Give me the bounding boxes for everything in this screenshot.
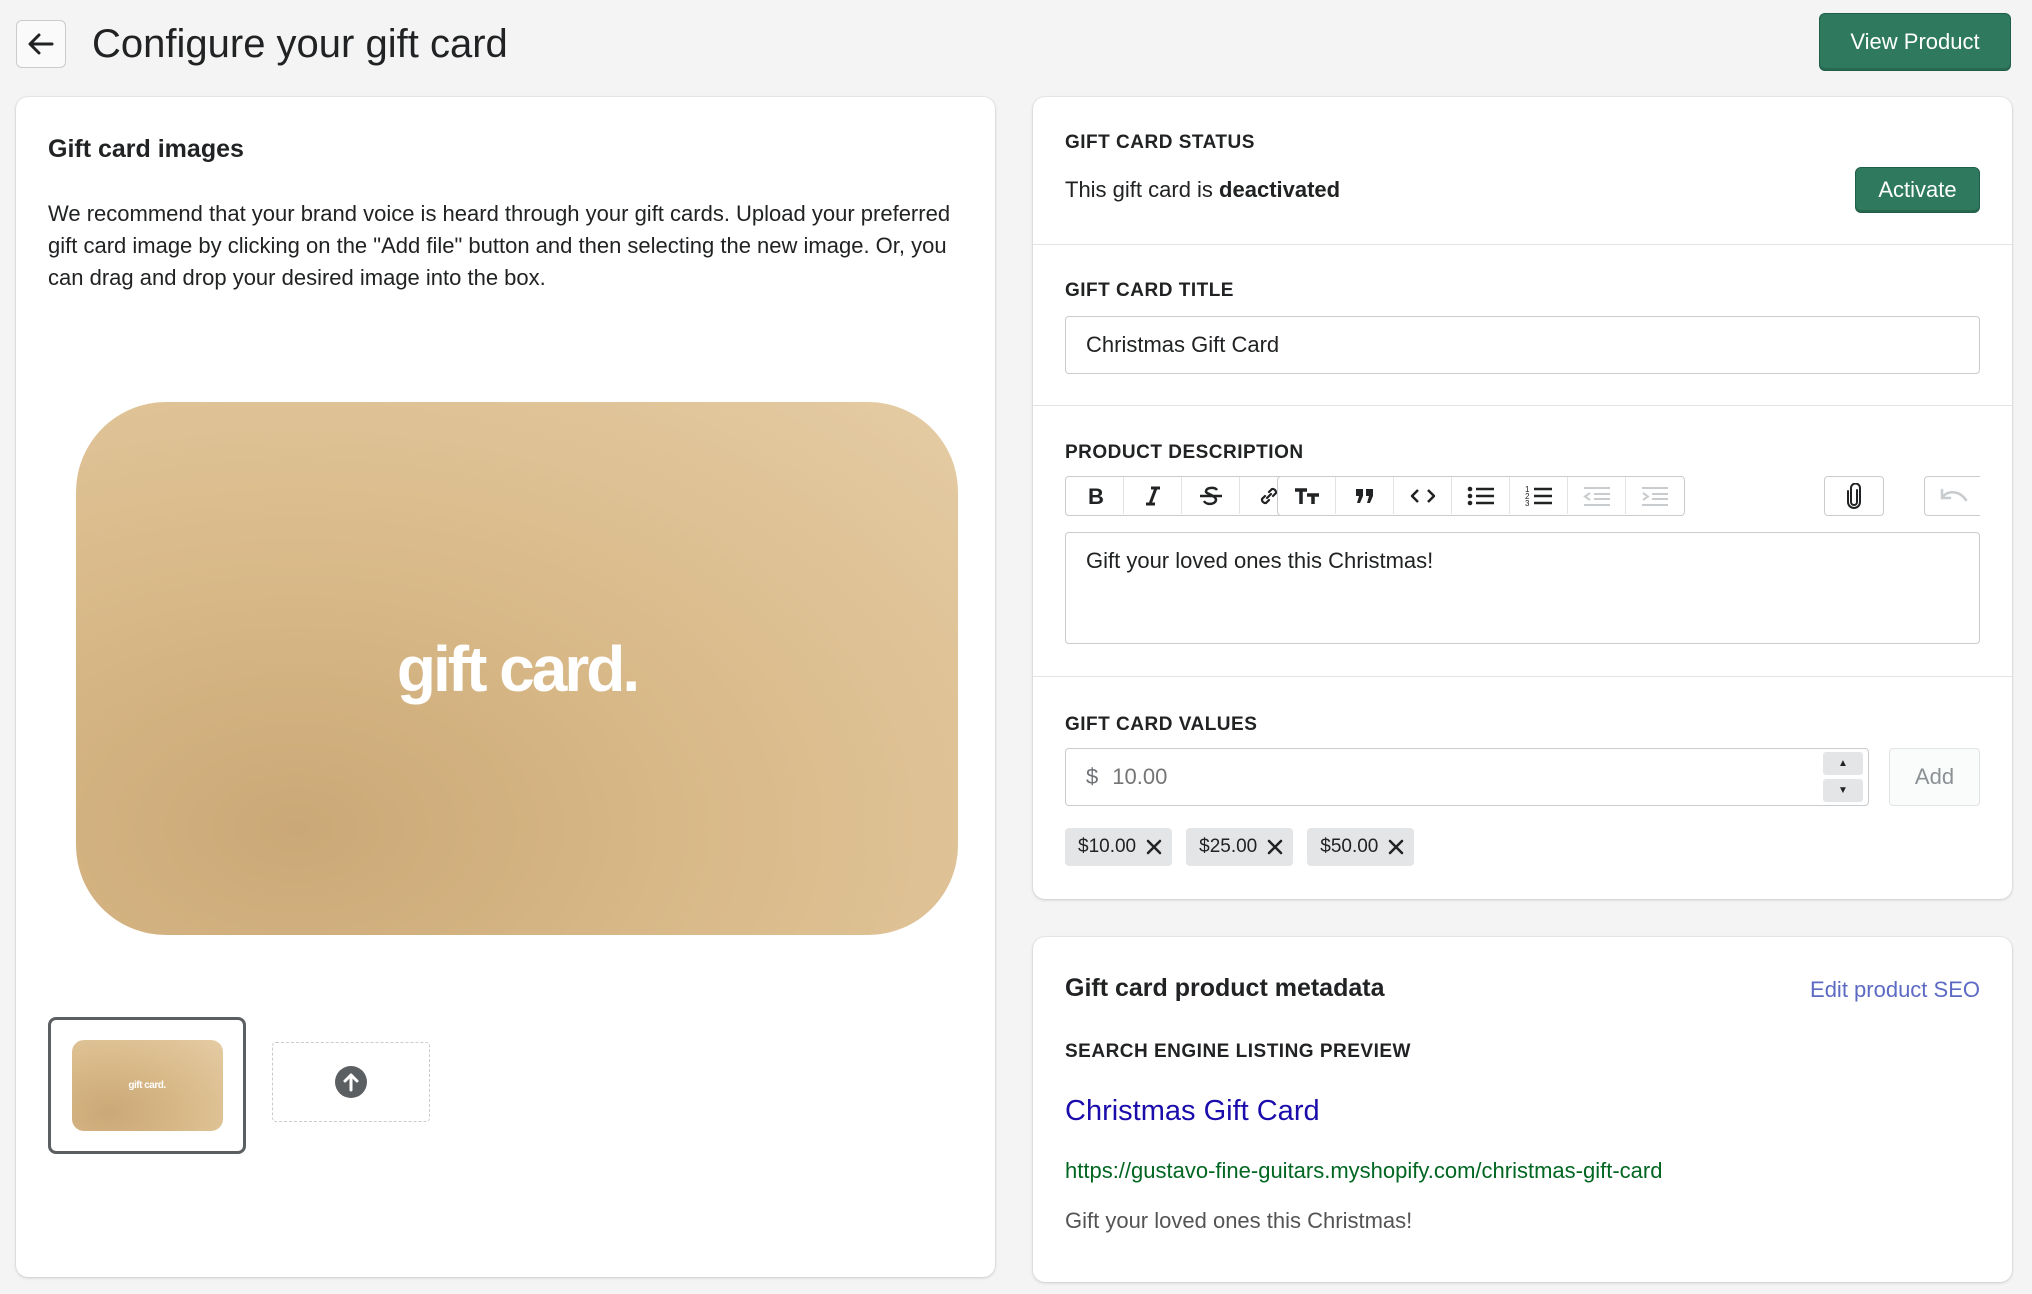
gift-card-image-preview: gift card. [76, 402, 958, 935]
value-tags: $10.00 $25.00 $50.00 [1065, 828, 1415, 866]
description-label: PRODUCT DESCRIPTION [1065, 442, 1304, 463]
values-label: GIFT CARD VALUES [1065, 714, 1258, 735]
divider [1033, 405, 2012, 406]
add-value-button[interactable]: Add [1889, 748, 1980, 806]
status-label: GIFT CARD STATUS [1065, 132, 1255, 153]
numbered-list-button[interactable]: 123 [1510, 477, 1568, 514]
value-tag: $50.00 [1307, 828, 1415, 866]
status-state: deactivated [1219, 177, 1341, 202]
code-icon [1410, 488, 1435, 503]
toolbar-attach-group [1824, 476, 1884, 516]
gift-card-value-field: $ ▲ ▼ [1065, 748, 1869, 806]
images-title: Gift card images [48, 135, 244, 163]
status-prefix: This gift card is [1065, 177, 1220, 202]
undo-icon [1940, 488, 1967, 501]
stepper-up-button[interactable]: ▲ [1823, 752, 1863, 775]
divider [1033, 244, 2012, 245]
gift-card-value-input[interactable] [1112, 764, 1823, 790]
gift-card-images-card: Gift card images We recommend that your … [16, 97, 995, 1277]
seo-preview-url: https://gustavo-fine-guitars.myshopify.c… [1065, 1158, 1663, 1183]
value-tag: $10.00 [1065, 828, 1173, 866]
outdent-button[interactable] [1568, 477, 1626, 514]
value-tag-label: $10.00 [1078, 836, 1137, 857]
status-text: This gift card is deactivated [1065, 174, 1340, 206]
attachment-icon [1847, 482, 1861, 509]
thumbnail-image: gift card. [71, 1040, 223, 1131]
product-description-editor[interactable]: Gift your loved ones this Christmas! [1065, 532, 1980, 644]
upload-image-dropzone[interactable] [272, 1042, 430, 1122]
gift-card-image-text: gift card. [396, 632, 640, 705]
back-button[interactable] [16, 20, 66, 68]
divider [1033, 676, 2012, 677]
indent-button[interactable] [1626, 477, 1684, 514]
italic-icon [1145, 486, 1160, 505]
outdent-icon [1582, 486, 1610, 506]
rich-text-toolbar: B 123 [1065, 476, 1980, 516]
bullet-list-button[interactable] [1452, 477, 1510, 514]
product-metadata-card: Gift card product metadata Edit product … [1033, 937, 2012, 1282]
view-product-button[interactable]: View Product [1819, 13, 2011, 71]
page-title: Configure your gift card [92, 22, 508, 66]
toolbar-history-group [1924, 476, 1980, 516]
undo-button[interactable] [1925, 477, 1980, 514]
numbered-list-icon: 123 [1525, 485, 1552, 508]
bold-icon: B [1088, 485, 1104, 507]
quote-icon [1355, 488, 1373, 503]
gift-card-title-input[interactable] [1065, 316, 1980, 374]
seo-preview-title: Christmas Gift Card [1065, 1095, 1320, 1127]
remove-tag-button[interactable] [1388, 839, 1404, 855]
close-icon [1146, 839, 1162, 855]
remove-tag-button[interactable] [1146, 839, 1162, 855]
gift-card-settings-card: GIFT CARD STATUS This gift card is deact… [1033, 97, 2012, 899]
seo-preview-description: Gift your loved ones this Christmas! [1065, 1208, 1413, 1233]
strikethrough-button[interactable] [1182, 477, 1240, 514]
metadata-title: Gift card product metadata [1065, 974, 1385, 1002]
indent-icon [1642, 486, 1668, 506]
currency-prefix: $ [1086, 764, 1099, 789]
edit-product-seo-link[interactable]: Edit product SEO [1810, 977, 1980, 1003]
strikethrough-icon [1199, 486, 1222, 505]
toolbar-format-group: B [1065, 476, 1299, 516]
activate-button[interactable]: Activate [1855, 167, 1980, 213]
text-size-icon [1294, 487, 1319, 504]
images-description: We recommend that your brand voice is he… [48, 201, 951, 290]
bullet-list-icon [1467, 486, 1494, 505]
thumbnail-text: gift card. [128, 1080, 166, 1091]
upload-arrow-icon [335, 1066, 367, 1098]
arrow-left-icon [28, 33, 54, 55]
svg-text:3: 3 [1525, 499, 1530, 508]
close-icon [1389, 839, 1404, 855]
svg-text:B: B [1088, 485, 1104, 507]
seo-preview-label: SEARCH ENGINE LISTING PREVIEW [1065, 1041, 1411, 1062]
bold-button[interactable]: B [1066, 477, 1124, 514]
toolbar-block-group: 123 [1277, 476, 1685, 516]
code-button[interactable] [1394, 477, 1452, 514]
attach-file-button[interactable] [1825, 477, 1883, 514]
value-tag: $25.00 [1186, 828, 1294, 866]
value-stepper: ▲ ▼ [1823, 752, 1863, 802]
value-tag-label: $25.00 [1199, 836, 1258, 857]
italic-button[interactable] [1124, 477, 1182, 514]
value-tag-label: $50.00 [1320, 836, 1379, 857]
remove-tag-button[interactable] [1267, 839, 1283, 855]
image-thumbnail-selected[interactable]: gift card. [48, 1017, 246, 1154]
close-icon [1268, 839, 1283, 855]
title-label: GIFT CARD TITLE [1065, 280, 1234, 301]
heading-button[interactable] [1278, 477, 1336, 514]
quote-button[interactable] [1336, 477, 1394, 514]
stepper-down-button[interactable]: ▼ [1823, 779, 1863, 802]
